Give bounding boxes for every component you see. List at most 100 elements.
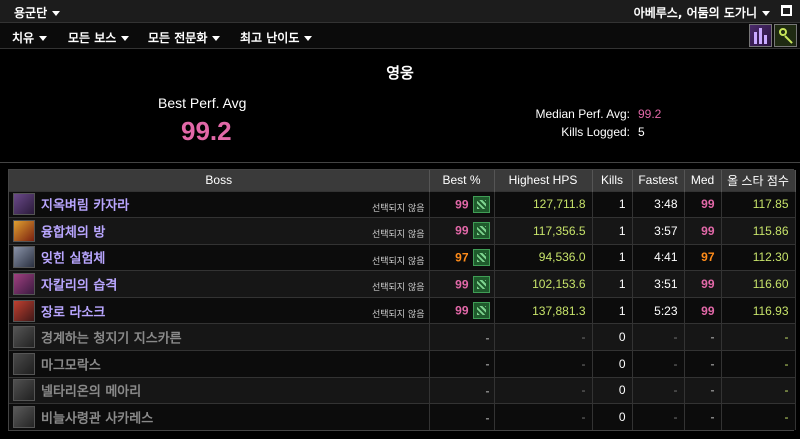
best-pct-value: 99 xyxy=(455,277,469,292)
table-row[interactable]: 비늘사령관 사카레스 - -0- - - xyxy=(9,403,796,431)
boss-cell[interactable]: 융합체의 방 선택되지 않음 xyxy=(9,217,430,245)
table-row[interactable]: 경계하는 청지기 지스카른 - -0- - - xyxy=(9,323,796,351)
header-med[interactable]: Med xyxy=(684,170,722,191)
best-pct-value: - xyxy=(485,383,490,398)
boss-cell[interactable]: 마그모락스 xyxy=(9,350,430,378)
best-pct-value: 97 xyxy=(455,250,469,265)
ranking-chart-icon[interactable] xyxy=(472,222,490,240)
table-row[interactable]: 잊힌 실험체 선택되지 않음 97 94,536.0 1 4:41 97 112.30 xyxy=(9,243,796,271)
menu-role-dropdown[interactable]: 치유 xyxy=(12,29,48,46)
table-row[interactable]: 마그모락스 - -0- - - xyxy=(9,350,796,378)
kills-logged-label: Kills Logged: xyxy=(561,125,630,139)
boss-cell[interactable]: 지옥벼림 카자라 선택되지 않음 xyxy=(9,190,430,218)
boss-name-link[interactable]: 자칼리의 습격 xyxy=(41,279,117,294)
highest-hps-value: - xyxy=(494,323,593,351)
ranking-chart-icon[interactable] xyxy=(472,195,490,213)
boss-table: Boss Best % Highest HPS Kills Fastest Me… xyxy=(8,169,796,432)
best-pct-value: 99 xyxy=(455,223,469,238)
boss-cell[interactable]: 경계하는 청지기 지스카른 xyxy=(9,323,430,351)
table-row[interactable]: 장로 라소크 선택되지 않음 99 137,881.3 1 5:23 99 116.93 xyxy=(9,296,796,324)
kills-value: 1 xyxy=(592,243,633,271)
header-best-pct[interactable]: Best % xyxy=(429,170,495,191)
table-row[interactable]: 넬타리온의 메아리 - -0- - - xyxy=(9,376,796,404)
boss-name-link[interactable]: 마그모락스 xyxy=(41,358,101,373)
header-kills[interactable]: Kills xyxy=(592,170,633,191)
chevron-down-icon xyxy=(121,36,130,41)
maximize-icon[interactable] xyxy=(781,5,792,16)
table-row[interactable]: 지옥벼림 카자라 선택되지 않음 99 127,711.8 1 3:48 99 117.85 xyxy=(9,190,796,218)
character-dropdown[interactable]: 아베루스, 어둠의 도가니 xyxy=(634,4,770,21)
chevron-down-icon xyxy=(52,11,61,16)
med-value: 99 xyxy=(684,217,722,245)
median-perf-value: 99.2 xyxy=(638,107,662,121)
top-bar: 용군단 아베루스, 어둠의 도가니 xyxy=(0,0,800,23)
best-pct-value: 99 xyxy=(455,303,469,318)
kills-value: 1 xyxy=(592,296,633,324)
status-text: 선택되지 않음 xyxy=(371,203,425,214)
med-value: - xyxy=(684,376,722,404)
allstar-value: 115.86 xyxy=(721,217,796,245)
med-value: 99 xyxy=(684,190,722,218)
boss-cell[interactable]: 넬타리온의 메아리 xyxy=(9,376,430,404)
med-value: - xyxy=(684,403,722,431)
header-fastest[interactable]: Fastest xyxy=(632,170,685,191)
fastest-value: 3:48 xyxy=(632,190,685,218)
fastest-value: - xyxy=(632,350,685,378)
best-pct-cell: 99 xyxy=(429,190,495,218)
boss-name-link[interactable]: 경계하는 청지기 지스카른 xyxy=(41,332,182,347)
table-row[interactable]: 융합체의 방 선택되지 않음 99 117,356.5 1 3:57 99 115.86 xyxy=(9,217,796,245)
fastest-value: - xyxy=(632,323,685,351)
menu-difficulty-dropdown[interactable]: 최고 난이도 xyxy=(240,29,313,46)
kills-value: 0 xyxy=(592,376,633,404)
boss-avatar xyxy=(13,246,35,269)
spec-bars-icon[interactable] xyxy=(749,24,772,47)
kills-value: 1 xyxy=(592,217,633,245)
chevron-down-icon xyxy=(39,36,48,41)
boss-name-link[interactable]: 융합체의 방 xyxy=(41,225,105,240)
allstar-value: - xyxy=(721,350,796,378)
boss-cell[interactable]: 잊힌 실험체 선택되지 않음 xyxy=(9,243,430,271)
boss-cell[interactable]: 비늘사령관 사카레스 xyxy=(9,403,430,431)
ranking-chart-icon[interactable] xyxy=(472,248,490,266)
guild-name: 용군단 xyxy=(14,6,48,20)
boss-name-link[interactable]: 비늘사령관 사카레스 xyxy=(41,412,153,427)
best-pct-value: 99 xyxy=(455,197,469,212)
header-boss[interactable]: Boss xyxy=(9,170,430,191)
highest-hps-value: 127,711.8 xyxy=(494,190,593,218)
fastest-value: 5:23 xyxy=(632,296,685,324)
menu-boss-label: 모든 보스 xyxy=(68,31,117,45)
boss-avatar xyxy=(13,273,35,296)
highest-hps-value: - xyxy=(494,376,593,404)
header-allstar[interactable]: 올 스타 점수 xyxy=(721,170,796,191)
fastest-value: 3:51 xyxy=(632,270,685,298)
header-highest-hps[interactable]: Highest HPS xyxy=(494,170,593,191)
best-pct-cell: 99 xyxy=(429,296,495,324)
best-pct-cell: - xyxy=(429,323,495,351)
highest-hps-value: 117,356.5 xyxy=(494,217,593,245)
best-pct-value: - xyxy=(485,410,490,425)
boss-cell[interactable]: 장로 라소크 선택되지 않음 xyxy=(9,296,430,324)
boss-cell[interactable]: 자칼리의 습격 선택되지 않음 xyxy=(9,270,430,298)
ranking-chart-icon[interactable] xyxy=(472,275,490,293)
highest-hps-value: - xyxy=(494,350,593,378)
guild-dropdown[interactable]: 용군단 xyxy=(14,4,61,21)
boss-name-link[interactable]: 장로 라소크 xyxy=(41,305,105,320)
best-pct-cell: 97 xyxy=(429,243,495,271)
ranking-chart-icon[interactable] xyxy=(472,302,490,320)
boss-avatar xyxy=(13,193,35,216)
menu-role-label: 치유 xyxy=(12,31,35,45)
highest-hps-value: - xyxy=(494,403,593,431)
menu-spec-dropdown[interactable]: 모든 전문화 xyxy=(148,29,221,46)
allstar-value: 116.60 xyxy=(721,270,796,298)
key-icon[interactable] xyxy=(774,24,797,47)
kills-logged-value: 5 xyxy=(638,125,645,139)
menu-boss-dropdown[interactable]: 모든 보스 xyxy=(68,29,130,46)
table-row[interactable]: 자칼리의 습격 선택되지 않음 99 102,153.6 1 3:51 99 116.60 xyxy=(9,270,796,298)
boss-name-link[interactable]: 지옥벼림 카자라 xyxy=(41,199,129,214)
med-value: 99 xyxy=(684,296,722,324)
status-text: 선택되지 않음 xyxy=(371,283,425,294)
best-pct-cell: - xyxy=(429,376,495,404)
boss-name-link[interactable]: 잊힌 실험체 xyxy=(41,252,105,267)
chevron-down-icon xyxy=(762,11,770,16)
boss-name-link[interactable]: 넬타리온의 메아리 xyxy=(41,385,141,400)
